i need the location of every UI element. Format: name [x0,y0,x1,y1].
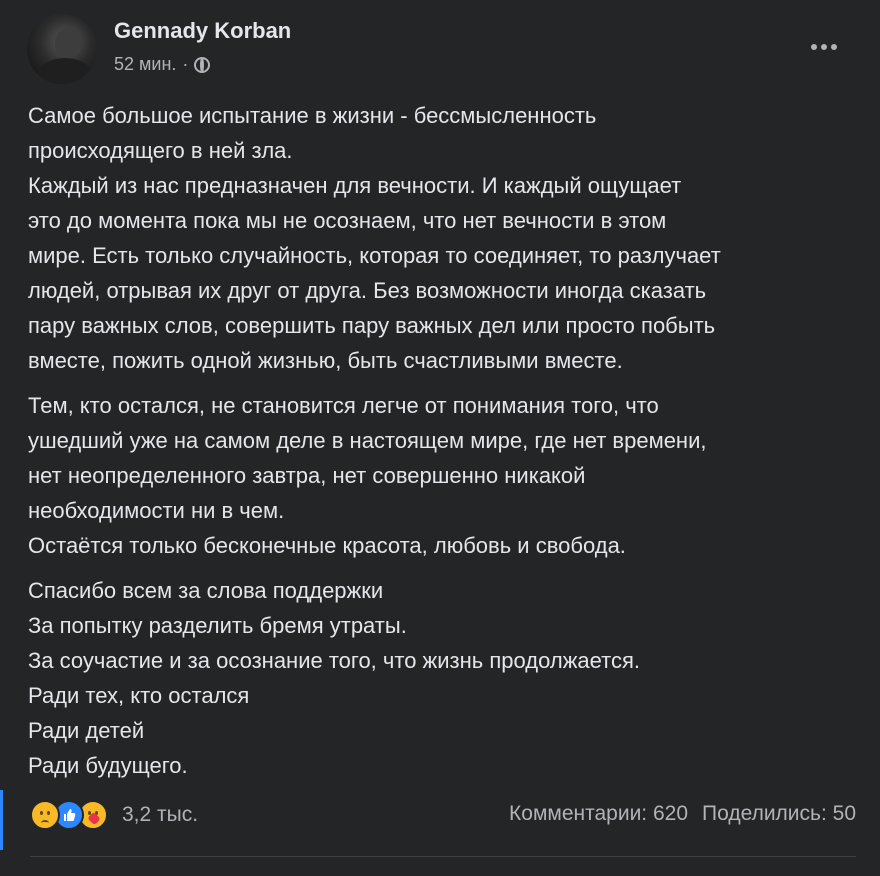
post-header: Gennady Korban 52 мин. · [27,14,858,84]
avatar-shoulder [37,58,93,84]
text-line: За соучастие и за осознание того, что жи… [28,648,641,673]
avatar[interactable] [27,14,97,84]
sad-mouth [41,820,49,826]
reaction-count[interactable]: 3,2 тыс. [122,803,198,827]
paragraph-1: Самое большое испытание в жизни - бессмы… [28,98,858,378]
text-line: Спасибо всем за слова поддержки [28,578,384,603]
facebook-post: Gennady Korban 52 мин. · Самое большое и… [0,0,880,876]
post-stats: Комментарии: 620 Поделились: 50 [509,802,856,826]
text-line: Самое большое испытание в жизни - бессмы… [28,103,597,128]
post-meta: 52 мин. · [114,54,211,75]
more-options-icon [821,44,827,50]
text-line: Остаётся только бесконечные красота, люб… [28,533,626,558]
divider [30,856,856,857]
post-time[interactable]: 52 мин. [114,54,176,75]
text-line: происходящего в ней зла. [28,138,293,163]
text-line: За попытку разделить бремя утраты. [28,613,407,638]
text-line: Каждый из нас предназначен для вечности.… [28,173,682,198]
left-accent-bar [0,790,3,850]
text-line: ушедший уже на самом деле в настоящем ми… [28,428,707,453]
paragraph-2: Тем, кто остался, не становится легче от… [28,388,858,563]
post-body: Самое большое испытание в жизни - бессмы… [28,98,858,793]
text-line: Ради детей [28,718,145,743]
avatar-face [55,28,81,58]
text-line: необходимости ни в чем. [28,498,285,523]
thumbs-up-icon [64,809,76,821]
text-line: вместе, пожить одной жизнью, быть счастл… [28,348,623,373]
text-line: Ради будущего. [28,753,188,778]
text-line: пару важных слов, совершить пару важных … [28,313,716,338]
more-options-icon [811,44,817,50]
paragraph-3: Спасибо всем за слова поддержки За попыт… [28,573,858,783]
text-line: это до момента пока мы не осознаем, что … [28,208,667,233]
shares-count[interactable]: Поделились: 50 [702,802,856,826]
reactions-summary[interactable]: 3,2 тыс. [30,800,198,830]
meta-separator: · [182,54,189,74]
text-line: людей, отрывая их друг от друга. Без воз… [28,278,707,303]
globe-icon[interactable] [194,56,211,73]
text-line: нет неопределенного завтра, нет совершен… [28,463,586,488]
text-line: Тем, кто остался, не становится легче от… [28,393,659,418]
more-options-icon [831,44,837,50]
text-line: мире. Есть только случайность, которая т… [28,243,721,268]
more-options-button[interactable] [804,34,844,60]
sad-icon [30,800,60,830]
comments-count[interactable]: Комментарии: 620 [509,802,688,826]
text-line: Ради тех, кто остался [28,683,250,708]
author-name[interactable]: Gennady Korban [114,18,291,44]
